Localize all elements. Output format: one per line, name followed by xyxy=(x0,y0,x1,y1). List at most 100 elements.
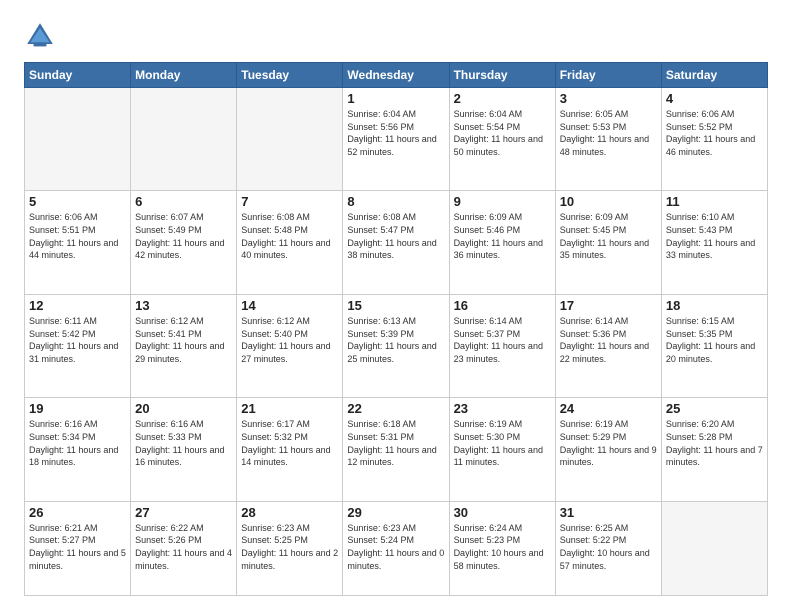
calendar-week-row: 19 Sunrise: 6:16 AM Sunset: 5:34 PM Dayli… xyxy=(25,398,768,501)
day-info: Sunrise: 6:08 AM Sunset: 5:47 PM Dayligh… xyxy=(347,211,444,261)
day-number: 27 xyxy=(135,505,232,520)
day-info: Sunrise: 6:13 AM Sunset: 5:39 PM Dayligh… xyxy=(347,315,444,365)
calendar-header-thursday: Thursday xyxy=(449,63,555,88)
day-number: 31 xyxy=(560,505,657,520)
day-number: 18 xyxy=(666,298,763,313)
day-number: 3 xyxy=(560,91,657,106)
day-number: 17 xyxy=(560,298,657,313)
calendar-header-sunday: Sunday xyxy=(25,63,131,88)
day-info: Sunrise: 6:14 AM Sunset: 5:37 PM Dayligh… xyxy=(454,315,551,365)
logo-icon xyxy=(24,20,56,52)
calendar-day-cell: 8 Sunrise: 6:08 AM Sunset: 5:47 PM Daylig… xyxy=(343,191,449,294)
day-number: 20 xyxy=(135,401,232,416)
calendar-day-cell: 26Sunrise: 6:21 AM Sunset: 5:27 PM Dayli… xyxy=(25,501,131,595)
calendar-header-wednesday: Wednesday xyxy=(343,63,449,88)
day-info: Sunrise: 6:18 AM Sunset: 5:31 PM Dayligh… xyxy=(347,418,444,468)
calendar-day-cell: 14 Sunrise: 6:12 AM Sunset: 5:40 PM Dayli… xyxy=(237,294,343,397)
day-number: 10 xyxy=(560,194,657,209)
day-number: 22 xyxy=(347,401,444,416)
calendar-day-cell: 23 Sunrise: 6:19 AM Sunset: 5:30 PM Dayli… xyxy=(449,398,555,501)
day-number: 4 xyxy=(666,91,763,106)
day-number: 19 xyxy=(29,401,126,416)
calendar-day-cell: 15 Sunrise: 6:13 AM Sunset: 5:39 PM Dayli… xyxy=(343,294,449,397)
day-number: 2 xyxy=(454,91,551,106)
calendar-day-cell: 30 Sunrise: 6:24 AM Sunset: 5:23 PM Dayli… xyxy=(449,501,555,595)
calendar-day-cell: 25Sunrise: 6:20 AM Sunset: 5:28 PM Dayli… xyxy=(661,398,767,501)
day-number: 24 xyxy=(560,401,657,416)
calendar-header-tuesday: Tuesday xyxy=(237,63,343,88)
calendar-table: SundayMondayTuesdayWednesdayThursdayFrid… xyxy=(24,62,768,596)
calendar-day-cell: 11 Sunrise: 6:10 AM Sunset: 5:43 PM Dayli… xyxy=(661,191,767,294)
calendar-day-cell: 21 Sunrise: 6:17 AM Sunset: 5:32 PM Dayli… xyxy=(237,398,343,501)
day-number: 14 xyxy=(241,298,338,313)
calendar-day-cell: 24 Sunrise: 6:19 AM Sunset: 5:29 PM Dayli… xyxy=(555,398,661,501)
calendar-day-cell: 9 Sunrise: 6:09 AM Sunset: 5:46 PM Daylig… xyxy=(449,191,555,294)
day-info: Sunrise: 6:20 AM Sunset: 5:28 PM Dayligh… xyxy=(666,418,763,468)
day-number: 1 xyxy=(347,91,444,106)
day-info: Sunrise: 6:24 AM Sunset: 5:23 PM Dayligh… xyxy=(454,522,551,572)
day-info: Sunrise: 6:04 AM Sunset: 5:54 PM Dayligh… xyxy=(454,108,551,158)
calendar-week-row: 26Sunrise: 6:21 AM Sunset: 5:27 PM Dayli… xyxy=(25,501,768,595)
day-number: 13 xyxy=(135,298,232,313)
day-number: 11 xyxy=(666,194,763,209)
logo xyxy=(24,20,60,52)
calendar-day-cell: 7Sunrise: 6:08 AM Sunset: 5:48 PM Daylig… xyxy=(237,191,343,294)
calendar-day-cell: 29 Sunrise: 6:23 AM Sunset: 5:24 PM Dayli… xyxy=(343,501,449,595)
calendar-day-cell: 19 Sunrise: 6:16 AM Sunset: 5:34 PM Dayli… xyxy=(25,398,131,501)
calendar-day-cell: 13 Sunrise: 6:12 AM Sunset: 5:41 PM Dayli… xyxy=(131,294,237,397)
day-number: 28 xyxy=(241,505,338,520)
day-info: Sunrise: 6:19 AM Sunset: 5:29 PM Dayligh… xyxy=(560,418,657,468)
day-number: 16 xyxy=(454,298,551,313)
day-number: 6 xyxy=(135,194,232,209)
day-info: Sunrise: 6:15 AM Sunset: 5:35 PM Dayligh… xyxy=(666,315,763,365)
day-number: 30 xyxy=(454,505,551,520)
calendar-day-cell: 4 Sunrise: 6:06 AM Sunset: 5:52 PM Daylig… xyxy=(661,88,767,191)
calendar-day-cell: 5Sunrise: 6:06 AM Sunset: 5:51 PM Daylig… xyxy=(25,191,131,294)
calendar-day-cell xyxy=(25,88,131,191)
day-number: 9 xyxy=(454,194,551,209)
calendar-week-row: 12Sunrise: 6:11 AM Sunset: 5:42 PM Dayli… xyxy=(25,294,768,397)
day-info: Sunrise: 6:09 AM Sunset: 5:46 PM Dayligh… xyxy=(454,211,551,261)
day-info: Sunrise: 6:17 AM Sunset: 5:32 PM Dayligh… xyxy=(241,418,338,468)
day-info: Sunrise: 6:22 AM Sunset: 5:26 PM Dayligh… xyxy=(135,522,232,572)
day-number: 23 xyxy=(454,401,551,416)
day-number: 21 xyxy=(241,401,338,416)
day-number: 8 xyxy=(347,194,444,209)
day-number: 15 xyxy=(347,298,444,313)
calendar-day-cell: 1 Sunrise: 6:04 AM Sunset: 5:56 PM Daylig… xyxy=(343,88,449,191)
day-info: Sunrise: 6:12 AM Sunset: 5:41 PM Dayligh… xyxy=(135,315,232,365)
day-info: Sunrise: 6:11 AM Sunset: 5:42 PM Dayligh… xyxy=(29,315,126,365)
calendar-day-cell: 3 Sunrise: 6:05 AM Sunset: 5:53 PM Daylig… xyxy=(555,88,661,191)
calendar-header-monday: Monday xyxy=(131,63,237,88)
day-info: Sunrise: 6:06 AM Sunset: 5:51 PM Dayligh… xyxy=(29,211,126,261)
day-number: 29 xyxy=(347,505,444,520)
calendar-day-cell: 20Sunrise: 6:16 AM Sunset: 5:33 PM Dayli… xyxy=(131,398,237,501)
calendar-day-cell: 27 Sunrise: 6:22 AM Sunset: 5:26 PM Dayli… xyxy=(131,501,237,595)
day-info: Sunrise: 6:07 AM Sunset: 5:49 PM Dayligh… xyxy=(135,211,232,261)
day-info: Sunrise: 6:12 AM Sunset: 5:40 PM Dayligh… xyxy=(241,315,338,365)
calendar-day-cell: 2 Sunrise: 6:04 AM Sunset: 5:54 PM Daylig… xyxy=(449,88,555,191)
calendar-day-cell: 17 Sunrise: 6:14 AM Sunset: 5:36 PM Dayli… xyxy=(555,294,661,397)
day-info: Sunrise: 6:04 AM Sunset: 5:56 PM Dayligh… xyxy=(347,108,444,158)
day-info: Sunrise: 6:09 AM Sunset: 5:45 PM Dayligh… xyxy=(560,211,657,261)
calendar-day-cell xyxy=(661,501,767,595)
header xyxy=(24,20,768,52)
calendar-header-friday: Friday xyxy=(555,63,661,88)
day-info: Sunrise: 6:19 AM Sunset: 5:30 PM Dayligh… xyxy=(454,418,551,468)
calendar-day-cell: 10 Sunrise: 6:09 AM Sunset: 5:45 PM Dayli… xyxy=(555,191,661,294)
day-info: Sunrise: 6:14 AM Sunset: 5:36 PM Dayligh… xyxy=(560,315,657,365)
calendar-day-cell: 22 Sunrise: 6:18 AM Sunset: 5:31 PM Dayli… xyxy=(343,398,449,501)
calendar-header-saturday: Saturday xyxy=(661,63,767,88)
day-number: 26 xyxy=(29,505,126,520)
day-info: Sunrise: 6:06 AM Sunset: 5:52 PM Dayligh… xyxy=(666,108,763,158)
day-number: 7 xyxy=(241,194,338,209)
day-info: Sunrise: 6:23 AM Sunset: 5:24 PM Dayligh… xyxy=(347,522,444,572)
day-info: Sunrise: 6:23 AM Sunset: 5:25 PM Dayligh… xyxy=(241,522,338,572)
calendar-day-cell: 16 Sunrise: 6:14 AM Sunset: 5:37 PM Dayli… xyxy=(449,294,555,397)
day-info: Sunrise: 6:05 AM Sunset: 5:53 PM Dayligh… xyxy=(560,108,657,158)
day-info: Sunrise: 6:16 AM Sunset: 5:34 PM Dayligh… xyxy=(29,418,126,468)
day-info: Sunrise: 6:10 AM Sunset: 5:43 PM Dayligh… xyxy=(666,211,763,261)
calendar-day-cell xyxy=(237,88,343,191)
page: SundayMondayTuesdayWednesdayThursdayFrid… xyxy=(0,0,792,612)
day-info: Sunrise: 6:25 AM Sunset: 5:22 PM Dayligh… xyxy=(560,522,657,572)
